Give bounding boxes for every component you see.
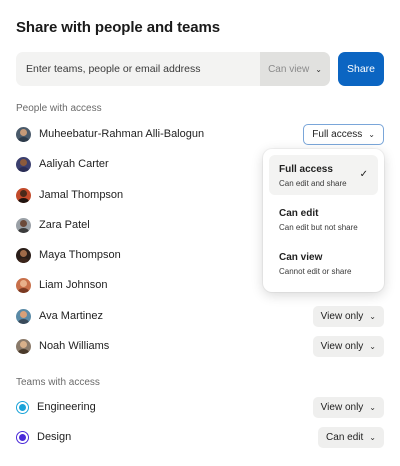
check-icon: ✓ [359, 169, 368, 180]
page-title: Share with people and teams [16, 19, 221, 36]
menu-item-description: Cannot edit or share [279, 267, 352, 276]
avatar [16, 277, 31, 293]
avatar [16, 156, 31, 172]
share-bar: Can view ⌄ [16, 52, 330, 86]
menu-item-title: Can view [279, 252, 323, 263]
role-dropdown[interactable]: Can edit ⌄ [318, 427, 384, 448]
person-name: Aaliyah Carter [39, 158, 109, 170]
avatar [16, 247, 31, 263]
avatar [16, 308, 31, 324]
role-dropdown[interactable]: View only ⌄ [312, 397, 384, 418]
menu-item-can-edit[interactable]: Can edit Can edit but not share [269, 199, 378, 239]
person-row: Muheebatur-Rahman Alli-Balogun Full acce… [16, 122, 384, 146]
person-row: Noah Williams View only ⌄ [16, 334, 384, 358]
role-dropdown[interactable]: Full access ⌄ [303, 124, 384, 145]
menu-item-can-view[interactable]: Can view Cannot edit or share [269, 243, 378, 283]
menu-item-title: Full access [279, 164, 333, 175]
permission-select-label: Can view [268, 63, 310, 75]
person-name: Zara Patel [39, 219, 90, 231]
avatar [16, 126, 31, 142]
avatar [16, 338, 31, 354]
chevron-down-icon: ⌄ [315, 64, 322, 74]
role-label: Can edit [326, 432, 364, 443]
person-name: Ava Martinez [39, 310, 103, 322]
avatar [16, 187, 31, 203]
menu-item-description: Can edit and share [279, 179, 347, 188]
role-label: View only [320, 311, 364, 322]
menu-item-full-access[interactable]: Full access Can edit and share ✓ [269, 155, 378, 195]
person-name: Maya Thompson [39, 249, 121, 261]
person-name: Jamal Thompson [39, 189, 124, 201]
teams-section-label: Teams with access [16, 377, 100, 388]
people-section-label: People with access [16, 103, 102, 114]
role-label: Full access [312, 129, 363, 140]
share-button[interactable]: Share [338, 52, 384, 86]
person-row: Ava Martinez View only ⌄ [16, 304, 384, 328]
team-row: Engineering View only ⌄ [16, 395, 384, 419]
role-dropdown[interactable]: View only ⌄ [312, 306, 384, 327]
person-name: Noah Williams [39, 340, 110, 352]
role-dropdown[interactable]: View only ⌄ [312, 336, 384, 357]
chevron-down-icon: ⌄ [368, 130, 375, 139]
person-name: Liam Johnson [39, 279, 108, 291]
team-name: Engineering [37, 401, 96, 413]
menu-item-description: Can edit but not share [279, 223, 358, 232]
team-icon [16, 430, 29, 444]
invite-input[interactable] [16, 52, 260, 86]
avatar [16, 217, 31, 233]
menu-item-title: Can edit [279, 208, 319, 219]
role-menu: Full access Can edit and share ✓ Can edi… [263, 149, 384, 292]
person-name: Muheebatur-Rahman Alli-Balogun [39, 128, 205, 140]
chevron-down-icon: ⌄ [369, 433, 376, 442]
chevron-down-icon: ⌄ [369, 312, 376, 321]
permission-select[interactable]: Can view ⌄ [260, 52, 330, 86]
chevron-down-icon: ⌄ [369, 342, 376, 351]
role-label: View only [320, 402, 364, 413]
team-icon [16, 400, 29, 414]
team-row: Design Can edit ⌄ [16, 425, 384, 449]
team-name: Design [37, 431, 72, 443]
chevron-down-icon: ⌄ [369, 403, 376, 412]
role-label: View only [320, 341, 364, 352]
